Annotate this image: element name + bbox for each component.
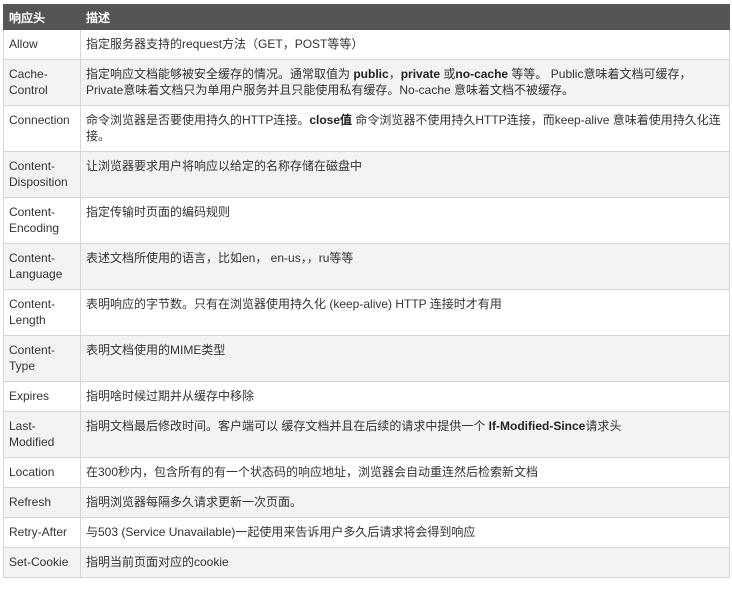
description-text: 指明啥时候过期并从缓存中移除 [86,389,255,403]
header-name-cell: Connection [3,105,81,152]
header-name-cell: Content-Type [3,335,81,382]
table-row: Cache-Control 指定响应文档能够被安全缓存的情况。通常取值为 publ… [3,59,730,106]
description-text: 让浏览器要求用户将响应以给定的名称存储在磁盘中 [86,159,363,173]
bold-term: no-cache [455,67,509,81]
table-row: Content-Length 表明响应的字节数。只有在浏览器使用持久化 (keep… [3,289,730,336]
description-text: 命令浏览器是否要使用持久的HTTP连接。 [86,113,310,127]
table-row: Content-Language 表述文档所使用的语言，比如en， en-us，，… [3,243,730,290]
header-name-cell: Refresh [3,487,81,518]
table-row: Connection 命令浏览器是否要使用持久的HTTP连接。close值 命令浏… [3,105,730,152]
table-row: Content-Encoding 指定传输时页面的编码规则 [3,197,730,244]
table-row: Expires 指明啥时候过期并从缓存中移除 [3,381,730,412]
description-cell: 指明当前页面对应的cookie [80,547,730,578]
table-header-row: 响应头 描述 [3,4,730,30]
description-text: 指定服务器支持的request方法（GET，POST等等） [86,37,364,51]
description-text: 请求头 [585,419,622,433]
description-text: 指明当前页面对应的cookie [86,555,229,569]
description-cell: 与503 (Service Unavailable)一起使用来告诉用户多久后请求… [80,517,730,548]
table-row: Retry-After 与503 (Service Unavailable)一起使… [3,517,730,548]
description-text: 在300秒内，包含所有的有一个状态码的响应地址，浏览器会自动重连然后检索新文档 [86,465,539,479]
table-row: Allow 指定服务器支持的request方法（GET，POST等等） [3,29,730,60]
table-row: Location 在300秒内，包含所有的有一个状态码的响应地址，浏览器会自动重连… [3,457,730,488]
description-cell: 在300秒内，包含所有的有一个状态码的响应地址，浏览器会自动重连然后检索新文档 [80,457,730,488]
description-text: ， [388,67,401,81]
header-name-cell: Content-Length [3,289,81,336]
description-cell: 命令浏览器是否要使用持久的HTTP连接。close值 命令浏览器不使用持久HTT… [80,105,730,152]
header-col-name: 响应头 [3,4,81,30]
header-name-cell: Allow [3,29,81,60]
description-cell: 指明啥时候过期并从缓存中移除 [80,381,730,412]
bold-term: close值 [309,113,353,127]
header-name-cell: Content-Language [3,243,81,290]
table-row: Set-Cookie 指明当前页面对应的cookie [3,547,730,578]
response-headers-table: 响应头 描述 Allow 指定服务器支持的request方法（GET，POST等等… [3,4,730,578]
table-row: Content-Type 表明文档使用的MIME类型 [3,335,730,382]
description-text: 或 [440,67,456,81]
header-name-cell: Last-Modified [3,411,81,458]
table-row: Content-Disposition 让浏览器要求用户将响应以给定的名称存储在磁… [3,151,730,198]
bold-term: private [400,67,441,81]
description-cell: 指明浏览器每隔多久请求更新一次页面。 [80,487,730,518]
description-cell: 指定响应文档能够被安全缓存的情况。通常取值为 public，private 或n… [80,59,730,106]
header-name-cell: Content-Encoding [3,197,81,244]
table-row: Refresh 指明浏览器每隔多久请求更新一次页面。 [3,487,730,518]
description-text: 指定传输时页面的编码规则 [86,205,231,219]
description-text: 指明浏览器每隔多久请求更新一次页面。 [86,495,303,509]
bold-term: public [353,67,389,81]
description-text: 指定响应文档能够被安全缓存的情况。通常取值为 [86,67,354,81]
table-row: Last-Modified 指明文档最后修改时间。客户端可以 缓存文档并且在后续的… [3,411,730,458]
description-cell: 指定服务器支持的request方法（GET，POST等等） [80,29,730,60]
description-cell: 表明文档使用的MIME类型 [80,335,730,382]
description-text: 表明文档使用的MIME类型 [86,343,226,357]
description-cell: 指定传输时页面的编码规则 [80,197,730,244]
header-name-cell: Location [3,457,81,488]
description-cell: 指明文档最后修改时间。客户端可以 缓存文档并且在后续的请求中提供一个 If-Mo… [80,411,730,458]
header-name-cell: Set-Cookie [3,547,81,578]
bold-term: If-Modified-Since [488,419,586,433]
header-col-description: 描述 [80,4,730,30]
description-text: 与503 (Service Unavailable)一起使用来告诉用户多久后请求… [86,525,476,539]
header-name-cell: Content-Disposition [3,151,81,198]
description-text: 表述文档所使用的语言，比如en， en-us，，ru等等 [86,251,354,265]
header-name-cell: Retry-After [3,517,81,548]
description-text: 指明文档最后修改时间。客户端可以 缓存文档并且在后续的请求中提供一个 [86,419,489,433]
description-cell: 表述文档所使用的语言，比如en， en-us，，ru等等 [80,243,730,290]
description-text: 表明响应的字节数。只有在浏览器使用持久化 (keep-alive) HTTP 连… [86,297,502,311]
header-name-cell: Expires [3,381,81,412]
description-cell: 表明响应的字节数。只有在浏览器使用持久化 (keep-alive) HTTP 连… [80,289,730,336]
header-name-cell: Cache-Control [3,59,81,106]
description-cell: 让浏览器要求用户将响应以给定的名称存储在磁盘中 [80,151,730,198]
